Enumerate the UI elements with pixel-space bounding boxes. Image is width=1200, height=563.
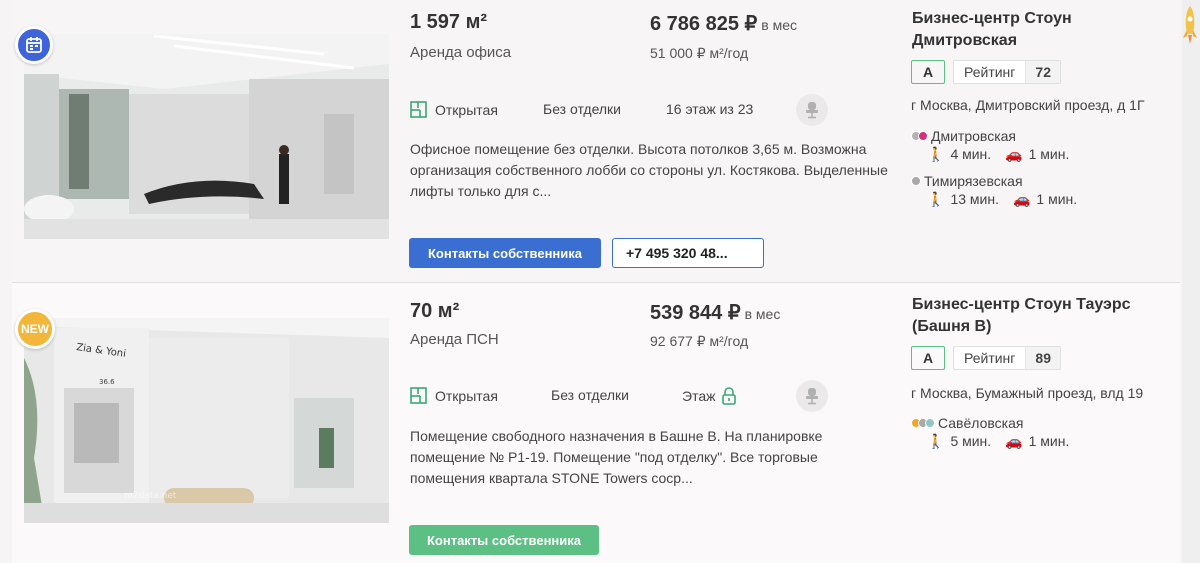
listing-area: 70 м² [410,300,460,322]
layout-label: Открытая [435,387,498,404]
rating-value: 89 [1025,347,1060,369]
rating-row: A Рейтинг 72 [911,60,1061,84]
walk-icon: 🚶 [927,145,945,162]
metro-station-name: Дмитровская [931,128,1016,144]
walk-time: 13 мин. [950,191,999,207]
walk-icon: 🚶 [927,190,945,207]
address: г Москва, Дмитровский проезд, д 1Г [911,97,1145,113]
car-time: 1 мин. [1028,146,1070,162]
search-results-page: 1 597 м² Аренда офиса 6 786 825 ₽ в мес 5… [0,0,1200,563]
rating-value: 72 [1025,61,1060,83]
rocket-icon[interactable] [1180,2,1200,52]
walk-time: 4 мин. [950,146,992,162]
metro-line-icon [911,418,935,428]
scrollbar[interactable] [1182,0,1200,563]
price-per-m2: 92 677 ₽ м²/год [650,333,749,349]
car-icon: 🚗 [1012,190,1031,207]
floor-plan-icon [410,387,427,404]
metro-station: Савёловская 🚶 5 мин. 🚗 1 мин. [911,414,1069,450]
price-value: 539 844 ₽ [650,302,741,324]
listing-area: 1 597 м² [410,11,488,33]
floor-label: Этаж [682,388,716,404]
building-class-badge: A [911,346,945,370]
building-class-badge: A [911,60,945,84]
listing-description: Помещение свободного назначения в Башне … [410,428,823,486]
listing-price: 539 844 ₽ в мес [650,300,780,325]
car-icon: 🚗 [1005,145,1023,162]
office-chair-icon[interactable] [796,94,828,126]
listing-price: 6 786 825 ₽ в мес [650,11,797,36]
metro-station: Дмитровская 🚶 4 мин. 🚗 1 мин. [911,127,1069,163]
new-badge: NEW [15,309,55,349]
features-row: Открытая Без отделки Этаж [410,380,840,412]
metro-station-name: Савёловская [938,415,1024,431]
layout-label: Открытая [435,101,498,118]
address: г Москва, Бумажный проезд, влд 19 [911,385,1144,401]
metro-line-icon [911,176,921,186]
floor-label: 16 этаж из 23 [666,101,754,117]
rating-label: Рейтинг [964,350,1016,366]
finish-label: Без отделки [543,101,622,117]
rating-label: Рейтинг [964,64,1016,80]
business-center-name[interactable]: Бизнес-центр Стоун Тауэрс (Башня В) [912,294,1162,338]
rating-badge: Рейтинг 89 [953,346,1061,370]
car-time: 1 мин. [1036,191,1078,207]
price-value: 6 786 825 ₽ [650,13,758,35]
floor-plan-icon [410,101,427,118]
metro-station-name: Тимирязевская [924,173,1023,189]
layout-feature: Открытая [410,387,498,404]
car-time: 1 мин. [1028,433,1070,449]
metro-station: Тимирязевская 🚶 13 мин. 🚗 1 мин. [911,172,1077,208]
price-period: в мес [744,306,781,322]
floor-feature: Этаж [682,387,737,405]
car-icon: 🚗 [1005,432,1023,449]
deal-type: Аренда офиса [410,44,512,61]
metro-line-icon [911,131,928,141]
listing-description: Офисное помещение без отделки. Высота по… [410,141,888,199]
business-center-name[interactable]: Бизнес-центр Стоун Дмитровская [912,8,1162,52]
layout-feature: Открытая [410,101,498,118]
listing-photo[interactable]: Zia & Yoni 36.6 m2data.net [24,318,389,523]
walk-icon: 🚶 [927,432,945,449]
rating-row: A Рейтинг 89 [911,346,1061,370]
lock-icon[interactable] [721,387,737,405]
price-per-m2: 51 000 ₽ м²/год [650,45,749,61]
owner-contacts-button[interactable]: Контакты собственника [409,525,599,555]
features-row: Открытая Без отделки 16 этаж из 23 [410,94,840,126]
phone-button[interactable]: +7 495 320 48... [612,238,764,268]
price-period: в мес [761,17,798,33]
owner-contacts-button[interactable]: Контакты собственника [409,238,601,268]
walk-time: 5 мин. [950,433,992,449]
listing-card[interactable]: Zia & Yoni 36.6 m2data.net NEW 70 м² Аре… [12,282,1180,563]
deal-type: Аренда ПСН [410,331,499,348]
listing-photo[interactable] [24,34,389,239]
photo-watermark: m2data.net [124,491,177,501]
rating-badge: Рейтинг 72 [953,60,1061,84]
finish-label: Без отделки [551,387,630,403]
calendar-badge-icon [15,26,53,64]
office-chair-icon[interactable] [796,380,828,412]
photo-room-number: 36.6 [99,378,115,386]
listing-card[interactable]: 1 597 м² Аренда офиса 6 786 825 ₽ в мес 5… [12,0,1180,280]
